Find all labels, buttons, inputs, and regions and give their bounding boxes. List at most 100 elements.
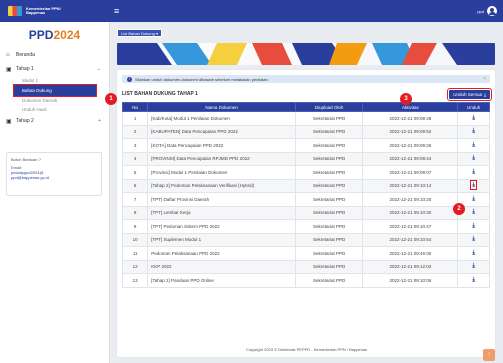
- download-cell: ⤓: [457, 124, 490, 139]
- download-cell: ⤓: [457, 151, 490, 166]
- table-row: 1 [Kab/Kota] Modul 1 Penilaian Dokumen Sek…: [121, 111, 490, 126]
- column-header: No: [121, 102, 149, 112]
- download-icon[interactable]: ⤓: [472, 169, 475, 175]
- document-name: [KABUPATEN] Data Pencapaian PPD 2022: [147, 124, 296, 139]
- table-row: 13 [Tahap 2] Panduan PPD Online Sekretaria…: [121, 273, 490, 288]
- sidebar-sub-bahan-dukung[interactable]: Bahan Dukung: [13, 84, 97, 97]
- filter-icon: ▾: [155, 30, 158, 36]
- banner-shape: [329, 43, 367, 65]
- row-number: 1: [121, 111, 149, 126]
- document-name: [TPT] Suplemen Modul 1: [147, 232, 296, 247]
- column-header: Aktivitas: [362, 102, 459, 112]
- download-icon[interactable]: ⤓: [472, 142, 475, 148]
- row-number: 8: [121, 205, 149, 220]
- table-row: 10 [TPT] Suplemen Modul 1 Sekretariat PPD 2…: [121, 232, 490, 247]
- download-cell: ⤓: [457, 178, 490, 193]
- title-main: PPD: [28, 28, 54, 42]
- row-number: 7: [121, 192, 149, 207]
- sidebar-item-tahap2[interactable]: ▣ Tahap 2 +: [0, 114, 109, 128]
- document-name: KKP 2022: [147, 259, 296, 274]
- table-row: 5 [Provinsi] Modul 1 Penilaian Dokumen Sek…: [121, 165, 490, 180]
- edit-icon: ▣: [6, 118, 12, 125]
- download-cell: ⤓: [457, 259, 490, 274]
- home-icon: ⌂: [6, 52, 10, 58]
- download-icon[interactable]: ⤓: [472, 223, 475, 229]
- user-menu[interactable]: ppd: [477, 6, 497, 16]
- download-icon[interactable]: ⤓: [472, 155, 475, 161]
- info-alert: i Silahkan unduh dokumen-dokumen dibawah…: [122, 75, 490, 83]
- document-name: [Tahap 2] Panduan PPD Online: [147, 273, 296, 288]
- help-email-link[interactable]: ppd@bappenas.go.id: [11, 175, 97, 180]
- download-icon: ⤓: [484, 91, 486, 97]
- uploaded-by: Sekretariat PPD: [294, 165, 364, 180]
- breadcrumb[interactable]: List Bahan Dukung ▾: [117, 29, 162, 37]
- download-cell: ⤓: [457, 232, 490, 247]
- activity-time: 2022-12-21 09:46:00: [362, 246, 459, 261]
- download-icon[interactable]: ⤓: [472, 115, 475, 121]
- download-icon[interactable]: ⤓: [472, 196, 475, 202]
- download-icon[interactable]: ⤓: [472, 277, 475, 283]
- sidebar-sub-dokumen-daerah[interactable]: Dokumen Daerah: [0, 96, 109, 105]
- download-cell: ⤓: [457, 165, 490, 180]
- document-name: [TPT] Lembar Kerja: [147, 205, 296, 220]
- column-header: Nama Dokumen: [147, 102, 296, 112]
- uploaded-by: Sekretariat PPD: [294, 205, 364, 220]
- download-cell: ⤓: [457, 138, 490, 153]
- column-header: Diupload Oleh: [294, 102, 364, 112]
- banner-shape: [442, 43, 495, 65]
- document-name: [TPT] Pedoman Sistem PPD 2022: [147, 219, 296, 234]
- sidebar-item-beranda[interactable]: ⌂ Beranda: [0, 48, 109, 62]
- table-row: 3 [KOTA] Data Pencapaian PPD 2022 Sekretar…: [121, 138, 490, 153]
- uploaded-by: Sekretariat PPD: [294, 124, 364, 139]
- close-icon[interactable]: ×: [483, 76, 486, 82]
- download-icon[interactable]: ⤓: [472, 250, 475, 256]
- download-cell: ⤓: [457, 111, 490, 126]
- download-icon[interactable]: ⤓: [470, 180, 477, 191]
- banner: [117, 43, 495, 65]
- banner-shape: [207, 43, 247, 65]
- download-all-button[interactable]: Unduh Semua ⤓: [447, 87, 492, 101]
- download-icon[interactable]: ⤓: [472, 263, 475, 269]
- document-name: Pedoman Pelaksanaan PPD 2022: [147, 246, 296, 261]
- download-all-label: Unduh Semua: [453, 91, 482, 97]
- brand[interactable]: Kementerian PPN/ Bappenas: [0, 0, 110, 22]
- sidebar-item-tahap1[interactable]: ▣ Tahap 1 ⌄: [0, 62, 109, 76]
- activity-time: 2022-12-21 09:09:07: [362, 165, 459, 180]
- uploaded-by: Sekretariat PPD: [294, 232, 364, 247]
- column-header: Unduh: [457, 102, 490, 112]
- info-icon: i: [127, 76, 132, 82]
- uploaded-by: Sekretariat PPD: [294, 219, 364, 234]
- download-icon[interactable]: ⤓: [472, 209, 475, 215]
- download-cell: ⤓: [457, 273, 490, 288]
- row-number: 12: [121, 259, 149, 274]
- brand-text: Kementerian PPN/ Bappenas: [26, 6, 61, 16]
- download-cell: ⤓: [457, 219, 490, 234]
- download-icon[interactable]: ⤓: [472, 128, 475, 134]
- step-marker: 3: [400, 93, 412, 105]
- download-icon[interactable]: ⤓: [472, 236, 475, 242]
- activity-time: 2022-12-21 09:09:48: [362, 111, 459, 126]
- table-row: 4 [PROVINSI] Data Pencapaian RPJMD PPD 20…: [121, 151, 490, 166]
- sidebar-sub-unduh-hasil[interactable]: Unduh Hasil: [0, 105, 109, 114]
- download-cell: ⤓: [457, 246, 490, 261]
- table-row: 7 [TPT] Daftar Provinsi Daerah Sekretariat…: [121, 192, 490, 207]
- activity-time: 2022-12-21 09:09:44: [362, 151, 459, 166]
- uploaded-by: Sekretariat PPD: [294, 178, 364, 193]
- scroll-top-button[interactable]: ↑: [483, 349, 495, 361]
- document-name: [Tahap 2] Pedoman Pelaksanaan Verifikasi…: [147, 178, 296, 193]
- sidebar-sub-modul1[interactable]: Modul 1: [0, 76, 109, 85]
- row-number: 5: [121, 165, 149, 180]
- menu-toggle-icon[interactable]: ≡: [114, 6, 119, 16]
- row-number: 13: [121, 273, 149, 288]
- uploaded-by: Sekretariat PPD: [294, 246, 364, 261]
- uploaded-by: Sekretariat PPD: [294, 192, 364, 207]
- chevron-down-icon: ⌄: [96, 66, 101, 72]
- brand-line2: Bappenas: [26, 10, 46, 15]
- row-number: 10: [121, 232, 149, 247]
- activity-time: 2022-12-21 09:10:30: [362, 205, 459, 220]
- activity-time: 2022-12-21 09:09:26: [362, 138, 459, 153]
- document-name: [TPT] Daftar Provinsi Daerah: [147, 192, 296, 207]
- avatar-icon[interactable]: [487, 6, 497, 16]
- footer-copyright: Copyright 2023 © Direktorat PEPPD - Keme…: [245, 347, 368, 352]
- step-marker: 1: [105, 93, 117, 105]
